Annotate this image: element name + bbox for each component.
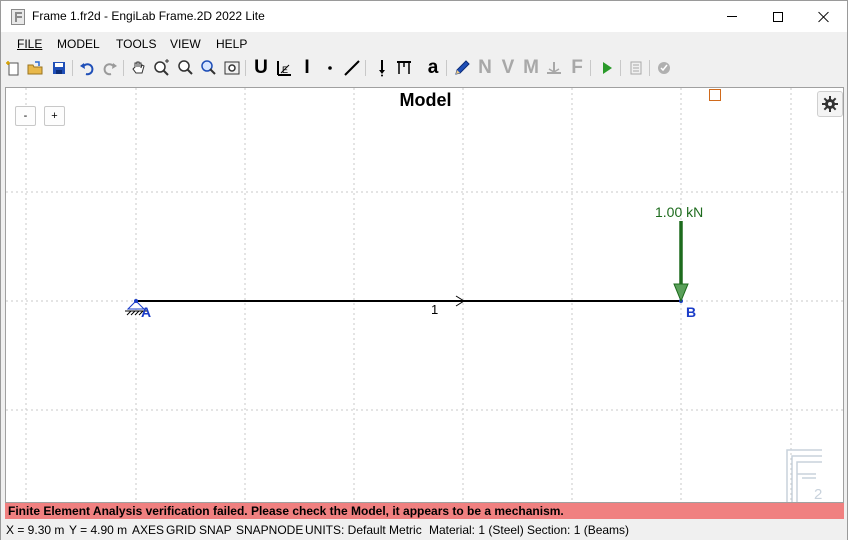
status-section[interactable]: Section: 1 (Beams) [527,520,629,540]
status-axes-toggle[interactable]: AXES [132,520,164,540]
member-label: 1 [431,302,439,317]
save-button[interactable] [49,58,69,78]
section-tool-button[interactable]: I [297,58,317,78]
status-x-coord: X = 9.30 m [6,523,65,537]
app-logo-icon [11,9,25,25]
pan-button[interactable] [129,58,149,78]
menu-bar: FILE MODEL TOOLS VIEW HELP [1,33,847,55]
window-title: Frame 1.fr2d - EngiLab Frame.2D 2022 Lit… [32,9,265,23]
reactions-icon [547,62,561,74]
menu-view[interactable]: VIEW [170,37,201,51]
canvas-settings-button[interactable] [817,91,843,117]
menu-file[interactable]: FILE [17,37,42,51]
zoom-extents-icon [201,60,216,75]
check-icon [658,62,670,74]
zoom-in-button[interactable]: + [44,106,65,126]
close-icon [818,11,830,23]
node-icon [328,66,332,70]
point-load-icon [379,60,385,77]
toolbar-separator [620,60,621,76]
status-snap-toggle[interactable]: SNAP [199,520,232,540]
shear-diagram-button[interactable]: V [498,58,518,78]
nodes-tool-button[interactable]: U [251,58,271,78]
edit-button[interactable] [452,58,472,78]
toolbar-separator [446,60,447,76]
menu-tools[interactable]: TOOLS [116,37,156,51]
title-bar: Frame 1.fr2d - EngiLab Frame.2D 2022 Lit… [1,1,847,32]
moment-diagram-button[interactable]: M [521,58,541,78]
status-y-coord: Y = 4.90 m [69,523,128,537]
menu-help[interactable]: HELP [216,37,247,51]
report-icon [630,61,642,75]
error-message-bar: Finite Element Analysis verification fai… [5,503,844,519]
open-button[interactable] [25,58,45,78]
save-icon [53,62,65,74]
toolbar-separator [72,60,73,76]
menu-model[interactable]: MODEL [57,37,100,51]
status-grid-toggle[interactable]: GRID [166,520,196,540]
beam-tool-button[interactable]: E [274,58,294,78]
close-button[interactable] [801,1,847,32]
status-units[interactable]: UNITS: Default Metric [305,520,422,540]
support-icon [397,61,411,74]
app-window: Frame 1.fr2d - EngiLab Frame.2D 2022 Lit… [0,0,848,540]
zoom-window-button[interactable] [152,58,172,78]
run-icon [603,62,612,74]
run-analysis-button[interactable] [597,58,617,78]
zoom-window-icon [154,59,169,76]
redo-button[interactable] [100,58,120,78]
pencil-icon [455,60,470,75]
forces-button[interactable]: F [567,58,587,78]
toolbar: U E I a N V M F [1,56,847,81]
zoom-all-icon [224,61,240,75]
zoom-icon [178,60,193,75]
check-button[interactable] [654,58,674,78]
toolbar-separator [365,60,366,76]
origin-marker [709,89,721,101]
axial-diagram-button[interactable]: N [475,58,495,78]
beam-icon: E [277,61,291,76]
undo-icon [80,63,94,76]
report-button[interactable] [626,58,646,78]
open-folder-icon [27,61,43,75]
support-tool-button[interactable] [394,58,414,78]
undo-button[interactable] [77,58,97,78]
node-label-a: A [141,304,152,320]
load-value-label: 1.00 kN [655,204,704,220]
reactions-button[interactable] [544,58,564,78]
model-drawing [6,88,843,502]
new-file-button[interactable] [3,58,23,78]
model-canvas[interactable]: Model - + A B 1 1.00 kN 2 [5,87,844,503]
watermark-logo: 2 [784,448,826,503]
redo-icon [103,63,117,76]
zoom-extents-button[interactable] [199,58,219,78]
node-label-b: B [686,304,697,320]
toolbar-separator [245,60,246,76]
toolbar-separator [123,60,124,76]
zoom-button[interactable] [176,58,196,78]
svg-text:E: E [282,65,288,75]
gear-icon [822,96,838,112]
status-bar: X = 9.30 m Y = 4.90 m AXES GRID SNAP SNA… [1,520,847,540]
zoom-out-button[interactable]: - [15,106,36,126]
toolbar-separator [649,60,650,76]
point-load-arrow[interactable] [673,221,689,303]
pan-icon [132,61,145,74]
status-snapnode-toggle[interactable]: SNAPNODE [236,520,303,540]
maximize-icon [773,11,783,22]
watermark-version: 2 [814,486,823,503]
line-icon [344,60,360,76]
text-tool-button[interactable]: a [423,58,443,78]
minimize-button[interactable] [709,1,755,32]
new-file-icon [6,61,19,76]
maximize-button[interactable] [755,1,801,32]
line-tool-button[interactable] [342,58,362,78]
minimize-icon [727,16,737,17]
zoom-all-button[interactable] [222,58,242,78]
node-tool-button[interactable] [320,58,340,78]
grid [6,88,843,502]
toolbar-separator [590,60,591,76]
load-tool-button[interactable] [372,58,392,78]
status-material[interactable]: Material: 1 (Steel) [429,520,524,540]
